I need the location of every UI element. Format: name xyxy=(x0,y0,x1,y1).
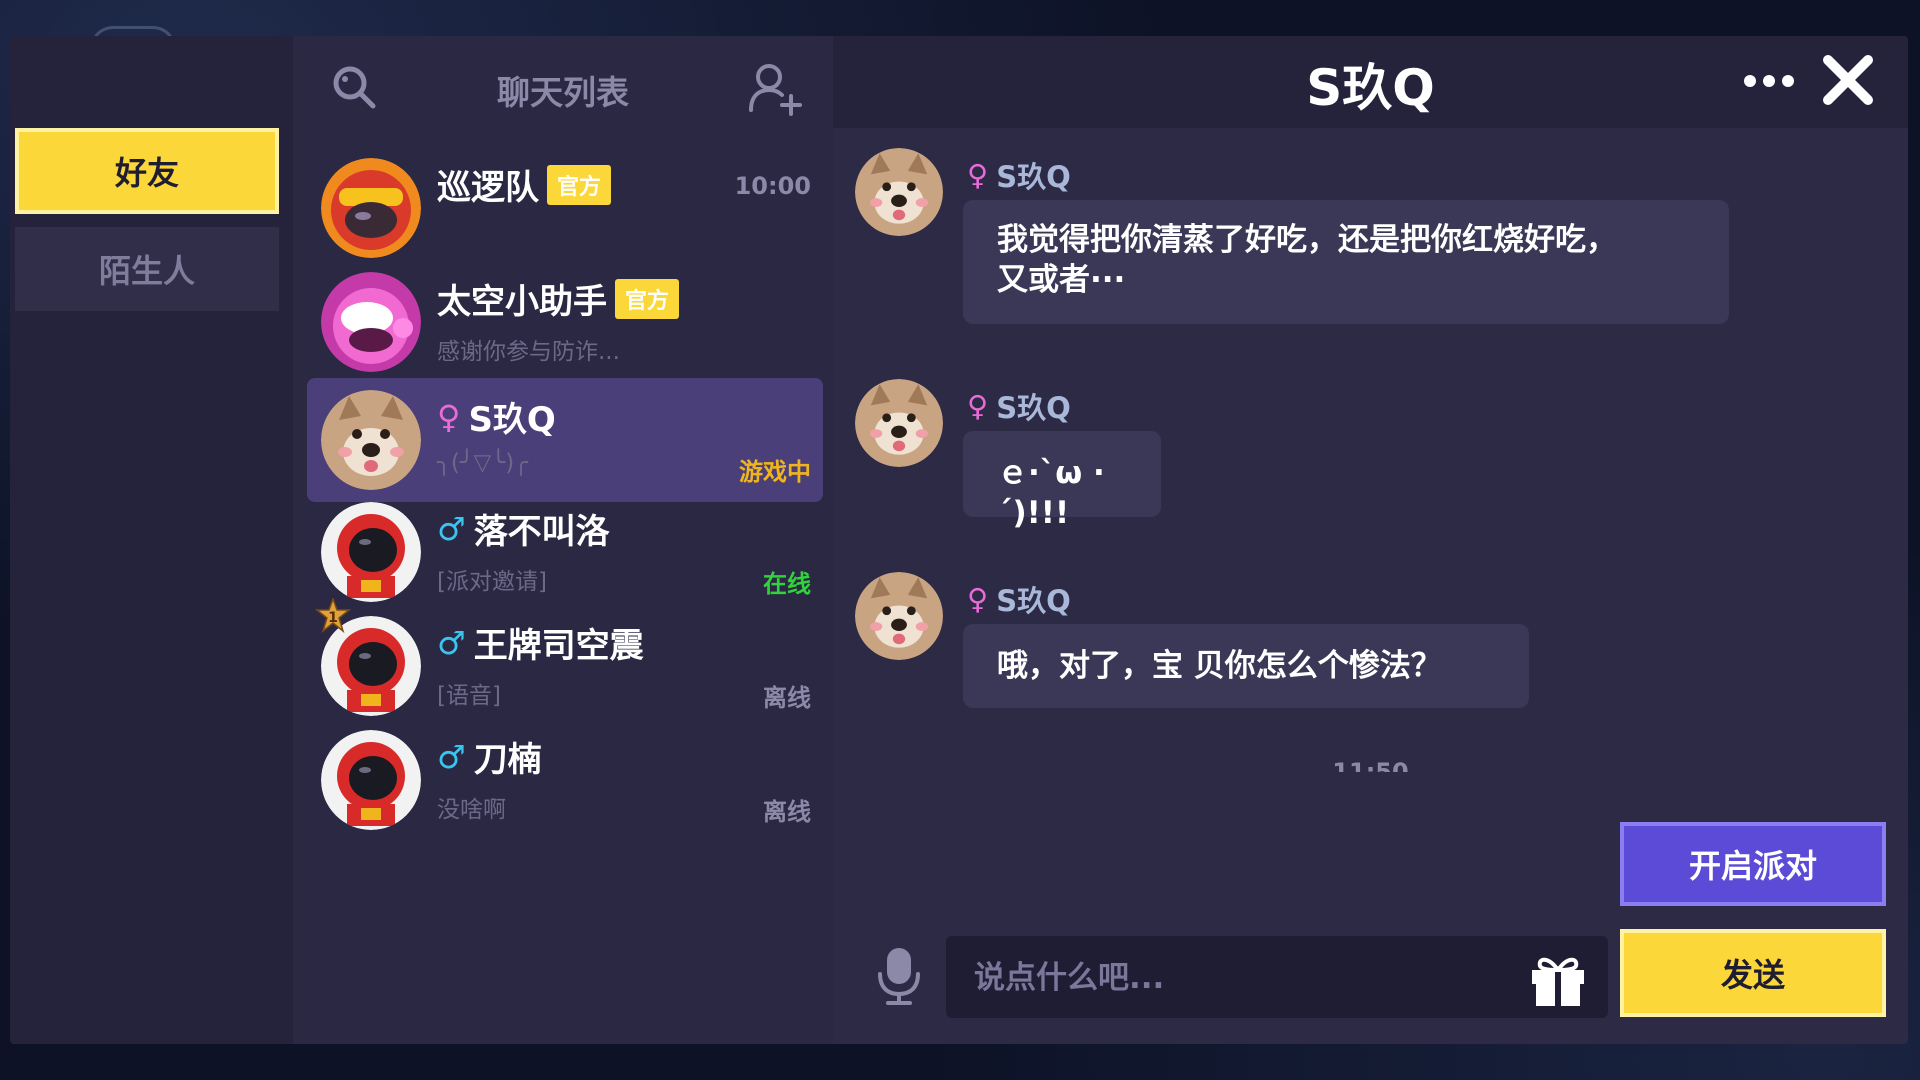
female-symbol-icon: ♀ xyxy=(967,158,989,192)
contact-name: 巡逻队 xyxy=(437,168,539,208)
official-badge: 官方 xyxy=(547,164,612,205)
sender-name: S玖Q xyxy=(996,584,1071,618)
message-text-line: 我觉得把你清蒸了好吃，还是把你红烧好吃， xyxy=(997,222,1617,258)
contact-name: S玖Q xyxy=(468,400,556,440)
female-symbol-icon: ♀ xyxy=(437,397,461,436)
list-item[interactable]: 1 ♂ 王牌司空震 [语音] 离线 xyxy=(307,598,823,728)
send-button[interactable]: 发送 xyxy=(1620,929,1886,1017)
avatar[interactable] xyxy=(855,148,943,236)
message-timestamp: 11:50 xyxy=(1332,758,1409,772)
sender-name: S玖Q xyxy=(996,160,1071,194)
contact-last-message: 没啥啊 xyxy=(437,797,506,823)
chat-window: 好友 陌生人 聊天列表 巡逻队 官方 10:00 太空小助手 官方 感谢你参与防… xyxy=(10,36,1908,1044)
sender-name: S玖Q xyxy=(996,391,1071,425)
status-badge: 离线 xyxy=(763,798,811,826)
contact-name-row: ♂ 落不叫洛 xyxy=(437,504,610,553)
message-sender: ♀ S玖Q xyxy=(967,578,1071,620)
avatar xyxy=(321,272,421,372)
message-sender: ♀ S玖Q xyxy=(967,154,1071,196)
female-symbol-icon: ♀ xyxy=(967,389,989,423)
message-input-box xyxy=(946,936,1608,1020)
status-badge: 离线 xyxy=(763,684,811,712)
close-icon[interactable] xyxy=(1822,54,1874,106)
status-badge: 在线 xyxy=(763,570,811,598)
tab-friends[interactable]: 好友 xyxy=(15,128,279,214)
add-user-icon[interactable] xyxy=(747,60,803,116)
microphone-icon[interactable] xyxy=(874,946,924,1006)
contact-name-row: ♂ 王牌司空震 xyxy=(437,618,644,667)
male-symbol-icon: ♂ xyxy=(437,737,466,776)
avatar xyxy=(321,502,421,602)
message-bubble: ｅ·`ω ·´)!!! xyxy=(963,431,1161,531)
contact-time: 10:00 xyxy=(734,172,811,200)
list-item[interactable]: ♂ 刀楠 没啥啊 离线 xyxy=(307,718,823,842)
contact-last-message: ╮(╯▽╰)╭ xyxy=(437,450,529,476)
avatar xyxy=(321,158,421,258)
avatar[interactable] xyxy=(855,379,943,467)
male-symbol-icon: ♂ xyxy=(437,509,466,548)
contact-name-row: 太空小助手 官方 xyxy=(437,274,680,323)
contact-name-row: ♂ 刀楠 xyxy=(437,732,542,781)
contact-last-message: [语音] xyxy=(437,683,501,709)
message-input[interactable] xyxy=(972,936,1496,1020)
avatar[interactable] xyxy=(855,572,943,660)
female-symbol-icon: ♀ xyxy=(967,582,989,616)
contact-name-row: ♀ S玖Q xyxy=(437,392,556,441)
status-badge: 游戏中 xyxy=(739,458,811,486)
rank-badge-icon: 1 xyxy=(315,598,351,634)
avatar xyxy=(321,730,421,830)
contact-name: 落不叫洛 xyxy=(473,512,610,552)
chat-list-panel: 聊天列表 巡逻队 官方 10:00 太空小助手 官方 感谢你参与防诈... ♀ … xyxy=(293,36,833,1044)
message-text-line: ｅ·`ω ·´)!!! xyxy=(997,455,1105,531)
message-text-line: 又或者··· xyxy=(997,262,1126,298)
chat-list-header: 聊天列表 xyxy=(293,36,833,132)
avatar xyxy=(321,390,421,490)
message-bubble: 我觉得把你清蒸了好吃，还是把你红烧好吃， 又或者··· xyxy=(963,200,1729,324)
tab-strangers[interactable]: 陌生人 xyxy=(15,227,279,311)
contact-last-message: [派对邀请] xyxy=(437,569,547,595)
male-symbol-icon: ♂ xyxy=(437,623,466,662)
list-item[interactable]: 太空小助手 官方 感谢你参与防诈... xyxy=(307,260,823,384)
contact-name: 刀楠 xyxy=(473,740,542,780)
conversation-header: S玖Q xyxy=(833,36,1908,128)
contact-name: 太空小助手 xyxy=(437,282,607,322)
category-tabs: 好友 陌生人 xyxy=(10,36,290,1044)
svg-text:1: 1 xyxy=(328,610,338,626)
message-bubble: 哦，对了，宝 贝你怎么个惨法？ xyxy=(963,624,1529,708)
list-item[interactable]: 巡逻队 官方 10:00 xyxy=(307,146,823,270)
message-sender: ♀ S玖Q xyxy=(967,385,1071,427)
message-text-line: 哦，对了，宝 贝你怎么个惨法？ xyxy=(997,648,1442,684)
gift-icon[interactable] xyxy=(1526,948,1590,1008)
more-icon[interactable] xyxy=(1742,72,1796,90)
contact-name-row: 巡逻队 官方 xyxy=(437,160,612,209)
contact-last-message: 感谢你参与防诈... xyxy=(437,339,620,365)
official-badge: 官方 xyxy=(615,278,680,319)
start-party-button[interactable]: 开启派对 xyxy=(1620,822,1886,906)
contact-name: 王牌司空震 xyxy=(473,626,644,666)
list-item[interactable]: ♂ 落不叫洛 [派对邀请] 在线 xyxy=(307,490,823,614)
list-item-selected[interactable]: ♀ S玖Q ╮(╯▽╰)╭ 游戏中 xyxy=(307,378,823,502)
